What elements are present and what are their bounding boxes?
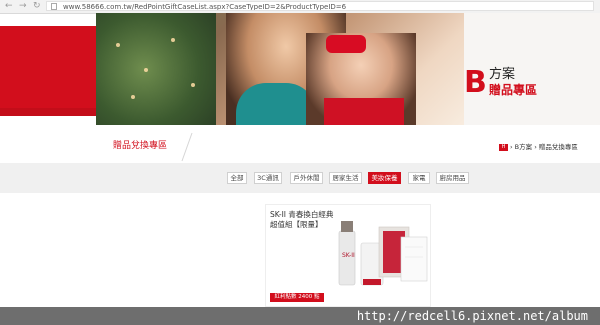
mother-shirt [236,83,316,125]
url-text: www.58666.com.tw/RedPointGiftCaseList.as… [63,3,347,11]
title-divider [181,132,193,162]
forward-arrow-icon[interactable]: → [19,1,27,12]
browser-toolbar: ← → ↻ www.58666.com.tw/RedPointGiftCaseL… [0,0,600,14]
banner-title: 贈品專區 [489,83,538,97]
breadcrumb[interactable]: › B方案 › 贈品兌換專區 [510,142,578,152]
watermark-text: http://redcell6.pixnet.net/album [356,309,588,323]
tab-3c[interactable]: 3C通訊 [254,172,282,184]
back-arrow-icon[interactable]: ← [5,1,13,12]
bottle-brand: SK-II [342,252,355,259]
christmas-tree-image [96,13,216,125]
banner-plan-label: 方案 [489,67,516,82]
page-icon [51,3,57,10]
product-name[interactable]: SK-II 青春換白經典超值組【限量】 [270,210,338,230]
banner-photo [96,13,464,125]
tree-light [116,43,120,47]
tab-home-living[interactable]: 居家生活 [329,172,362,184]
tab-kitchen[interactable]: 廚房用品 [436,172,469,184]
red-bow [326,35,366,53]
tree-light [131,95,135,99]
hero-banner: B 方案 贈品專區 [0,13,600,131]
product-image[interactable]: SK-II [335,217,430,289]
tree-light [171,38,175,42]
tab-appliances[interactable]: 家電 [408,172,430,184]
tree-light [144,68,148,72]
tree-light [191,83,195,87]
red-dress [324,98,404,125]
reload-icon[interactable]: ↻ [33,1,41,12]
tab-outdoor[interactable]: 戶外休閒 [290,172,323,184]
tab-beauty[interactable]: 美妝保養 [368,172,401,184]
page-title: 贈品兌換專區 [113,141,168,151]
tab-all[interactable]: 全部 [227,172,247,184]
banner-red-block [0,26,100,108]
banner-plan-letter: B [464,65,487,100]
home-icon[interactable]: H [499,144,508,151]
address-bar[interactable]: www.58666.com.tw/RedPointGiftCaseList.as… [46,1,594,11]
points-badge: 紅利點數 2400 點 [270,293,324,302]
